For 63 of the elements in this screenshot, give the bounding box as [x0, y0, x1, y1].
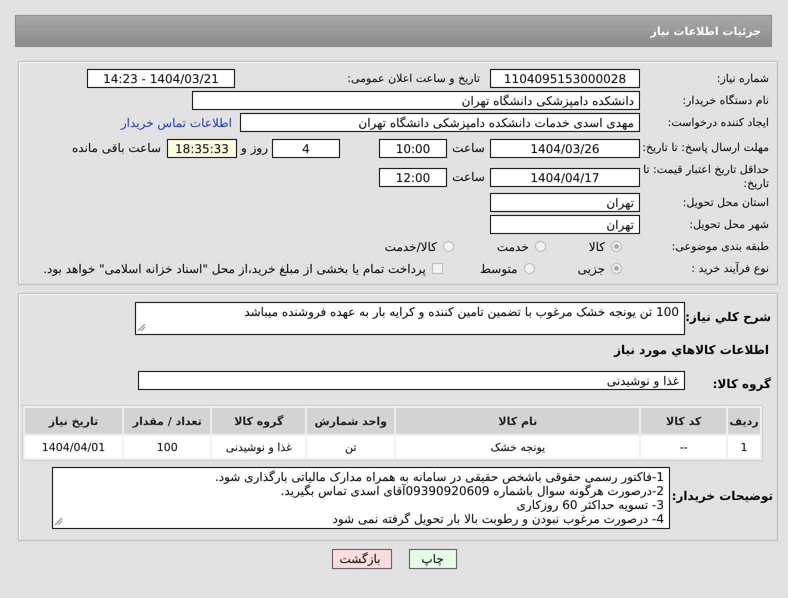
column-header: تاریخ نیاز	[25, 408, 122, 434]
table-cell: غذا و نوشیدنی	[212, 436, 306, 458]
note-line: 4- درصورت مرغوب نبودن و رطوبت بالا بار تحویل گرفته نمی شود	[332, 512, 664, 526]
category-radio[interactable]: خدمت	[496, 240, 564, 254]
goods-group-field: غذا و نوشیدنی	[138, 370, 685, 390]
table-cell: 1	[728, 436, 760, 458]
requester-field: مهدی اسدی خدمات دانشکده دامپزشکی دانشگاه تهران	[240, 113, 640, 132]
remaining-label: ساعت باقی مانده	[72, 141, 162, 155]
category-radio[interactable]: کالا/خدمت	[384, 240, 472, 254]
buyer-org-field: دانشکده دامپزشکی دانشگاه تهران	[192, 91, 640, 110]
field-label: شماره نیاز:	[716, 72, 770, 85]
days-field: 4	[272, 138, 340, 158]
field-label: گروه کالا:	[712, 376, 772, 391]
column-header: ردیف	[728, 408, 760, 434]
field-label: ایجاد کننده درخواست:	[666, 116, 770, 129]
buyer-contact-link[interactable]: اطلاعات تماس خریدار	[120, 116, 232, 130]
page-title: جزئیات اطلاعات نیاز	[650, 24, 761, 38]
column-header: نام کالا	[396, 408, 640, 434]
remaining-time-field: 18:35:33	[167, 138, 237, 158]
table-cell: 100	[124, 436, 210, 458]
field-label: توضیحات خریدار:	[670, 488, 774, 503]
resize-grip-icon	[55, 518, 63, 526]
field-label: شرح کلي نياز:	[685, 309, 772, 324]
validity-date-field: 1404/04/17	[490, 168, 640, 186]
treasury-checkbox[interactable]: پرداخت تمام یا بخشی از مبلغ خرید،از محل "اسناد خزانه اسلامی" خواهد بود.	[43, 262, 443, 276]
deadline-time-field: 10:00	[379, 138, 447, 158]
back-button[interactable]: بازگشت	[332, 549, 392, 569]
category-radio[interactable]: کالا	[588, 240, 640, 254]
table-cell: تن	[307, 436, 394, 458]
days-label: روز و	[240, 141, 269, 155]
table-cell: 1404/04/01	[25, 436, 122, 458]
deadline-date-field: 1404/03/26	[490, 138, 640, 158]
field-label: حداقل تاریخ اعتبار قیمت: تا تاریخ:	[642, 163, 770, 191]
buyer-notes-textarea[interactable]	[52, 467, 670, 529]
description-textarea[interactable]: 100 تن یونجه خشک مرغوب با تضمین تامین کننده و کرایه بار به عهده فروشنده میباشد	[135, 302, 685, 335]
note-line: 3- تسویه حداکثر 60 روزکاری	[516, 498, 664, 512]
field-label: تاریخ و ساعت اعلان عمومی:	[346, 72, 481, 85]
print-button[interactable]: چاپ	[408, 549, 456, 569]
note-line: 2-درصورت هرگونه سوال باشماره 09390920609آقای اسدی تماس بگیرید.	[280, 484, 664, 498]
field-label: نام دستگاه خریدار:	[681, 94, 770, 107]
validity-time-field: 12:00	[379, 168, 447, 186]
field-label: نوع فرآیند خرید :	[690, 262, 770, 275]
field-label: طبقه بندی موضوعی:	[670, 240, 770, 253]
table-cell: یونجه خشک	[396, 436, 640, 458]
column-header: کد کالا	[641, 408, 726, 434]
note-line: 1-فاکتور رسمی حقوقی باشخص حقیقی در سامانه به همراه مدارک مالیاتی بارگذاری شود.	[214, 470, 664, 484]
time-label: ساعت	[451, 141, 486, 155]
column-header: تعداد / مقدار	[124, 408, 210, 434]
city-field: تهران	[490, 215, 640, 234]
column-header: گروه کالا	[212, 408, 306, 434]
process-radio[interactable]: متوسط	[480, 262, 553, 276]
resize-grip-icon	[138, 324, 146, 332]
column-header: واحد شمارش	[307, 408, 394, 434]
table-cell: --	[641, 436, 726, 458]
field-label: مهلت ارسال پاسخ: تا تاریخ:	[641, 141, 770, 155]
field-label: استان محل تحویل:	[682, 196, 770, 209]
province-field: تهران	[490, 193, 640, 212]
time-label: ساعت	[451, 170, 486, 184]
section-heading: اطلاعات کالاهاي مورد نياز	[614, 342, 770, 356]
announce-date-field: 1404/03/21 - 14:23	[87, 69, 235, 88]
process-radio[interactable]: جزیی	[578, 262, 640, 276]
need-number-field: 1104095153000028	[490, 69, 640, 88]
field-label: شهر محل تحویل:	[688, 218, 770, 231]
